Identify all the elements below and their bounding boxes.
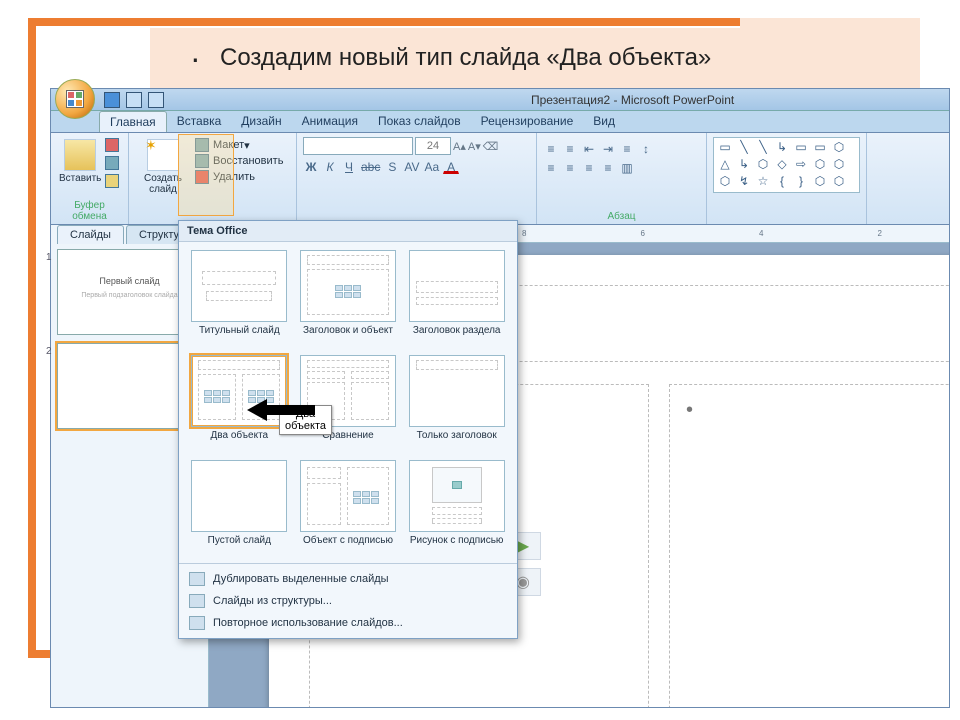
clear-format-button[interactable]: ⌫ [483, 140, 499, 153]
layout-button[interactable]: Макет ▾ [195, 138, 283, 152]
bold-button[interactable]: Ж [303, 158, 319, 174]
shrink-font-button[interactable]: A▾ [468, 140, 481, 153]
copy-icon [105, 156, 119, 170]
office-button[interactable] [55, 79, 95, 119]
new-slide-button[interactable]: ✶ Создать слайд [135, 137, 191, 197]
font-size-select[interactable]: 24 [415, 137, 451, 155]
paste-button[interactable]: Вставить [57, 137, 103, 189]
group-slides: ✶ Создать слайд Макет ▾ Восстановить Уда… [129, 133, 297, 224]
bullets-button[interactable]: ≡ [543, 140, 559, 156]
strike-button[interactable]: abc [360, 158, 381, 174]
layout-icon [195, 138, 209, 152]
shapes-gallery[interactable]: ▭╲╲↳▭▭⬡ △↳⬡◇⇨⬡⬡ ⬡↯☆{}⬡⬡ [713, 137, 860, 193]
scissors-icon [105, 138, 119, 152]
case-button[interactable]: Aa [423, 158, 440, 174]
quick-access-toolbar [51, 89, 949, 111]
columns-button[interactable]: ▥ [619, 159, 635, 175]
instruction-text: Создадим новый тип слайда «Два объекта» [220, 44, 711, 72]
font-family-select[interactable] [303, 137, 413, 155]
tab-slideshow[interactable]: Показ слайдов [368, 111, 471, 132]
align-right-button[interactable]: ≡ [581, 159, 597, 175]
group-clipboard: Вставить Буфер обмена [51, 133, 129, 224]
layout-title-slide[interactable]: Титульный слайд [187, 250, 292, 349]
indent-inc-button[interactable]: ⇥ [600, 140, 616, 156]
spacing-button[interactable]: AV [403, 158, 420, 174]
text-direction-button[interactable]: ↕ [638, 140, 654, 156]
reset-icon [195, 154, 209, 168]
new-slide-icon: ✶ [147, 139, 179, 171]
copy-button[interactable] [105, 156, 123, 170]
tab-home[interactable]: Главная [99, 111, 167, 132]
duplicate-icon [189, 572, 205, 586]
tab-view[interactable]: Вид [583, 111, 625, 132]
outline-icon [189, 594, 205, 608]
justify-button[interactable]: ≡ [600, 159, 616, 175]
decoration-left [28, 18, 36, 658]
brush-icon [105, 174, 119, 188]
underline-button[interactable]: Ч [341, 158, 357, 174]
reuse-slides-item[interactable]: Повторное использование слайдов... [179, 612, 517, 634]
window-title: Презентация2 - Microsoft PowerPoint [531, 93, 734, 107]
align-center-button[interactable]: ≡ [562, 159, 578, 175]
layout-title-content[interactable]: Заголовок и объект [296, 250, 401, 349]
redo-icon[interactable] [148, 92, 164, 108]
layout-gallery-popup: Тема Office Титульный слайд Заголовок и … [178, 220, 518, 639]
duplicate-slides-item[interactable]: Дублировать выделенные слайды [179, 568, 517, 590]
layout-two-content[interactable]: Два объекта Два объекта [187, 355, 292, 454]
group-font: 24 A▴ A▾ ⌫ Ж К Ч abc S AV Aa A [297, 133, 537, 224]
ribbon-tabs: Главная Вставка Дизайн Анимация Показ сл… [51, 111, 949, 133]
indent-dec-button[interactable]: ⇤ [581, 140, 597, 156]
tab-animation[interactable]: Анимация [292, 111, 368, 132]
layout-blank[interactable]: Пустой слайд [187, 460, 292, 559]
shadow-button[interactable]: S [384, 158, 400, 174]
align-left-button[interactable]: ≡ [543, 159, 559, 175]
delete-icon [195, 170, 209, 184]
numbering-button[interactable]: ≡ [562, 140, 578, 156]
instruction-callout: Создадим новый тип слайда «Два объекта» [150, 28, 920, 88]
tab-design[interactable]: Дизайн [231, 111, 291, 132]
paste-icon [64, 139, 96, 171]
layout-content-caption[interactable]: Объект с подписью [296, 460, 401, 559]
placeholder-content-right[interactable] [669, 384, 949, 707]
tab-insert[interactable]: Вставка [167, 111, 232, 132]
group-clipboard-label: Буфер обмена [57, 200, 122, 222]
layout-picture-caption[interactable]: Рисунок с подписью [404, 460, 509, 559]
pane-tab-slides[interactable]: Слайды [57, 225, 124, 244]
tab-review[interactable]: Рецензирование [471, 111, 584, 132]
group-paragraph: ≡ ≡ ⇤ ⇥ ≡ ↕ ≡ ≡ ≡ ≡ ▥ Абзац [537, 133, 707, 224]
save-icon[interactable] [104, 92, 120, 108]
slides-from-outline-item[interactable]: Слайды из структуры... [179, 590, 517, 612]
layout-section-header[interactable]: Заголовок раздела [404, 250, 509, 349]
grow-font-button[interactable]: A▴ [453, 140, 466, 153]
line-spacing-button[interactable]: ≡ [619, 140, 635, 156]
undo-icon[interactable] [126, 92, 142, 108]
font-color-button[interactable]: A [443, 158, 459, 174]
ribbon: Вставить Буфер обмена ✶ Создать слайд [51, 133, 949, 225]
reset-button[interactable]: Восстановить [195, 154, 283, 168]
reuse-icon [189, 616, 205, 630]
group-shapes: ▭╲╲↳▭▭⬡ △↳⬡◇⇨⬡⬡ ⬡↯☆{}⬡⬡ [707, 133, 867, 224]
delete-button[interactable]: Удалить [195, 170, 283, 184]
group-paragraph-label: Абзац [543, 211, 700, 222]
gallery-header: Тема Office [179, 221, 517, 242]
format-painter-button[interactable] [105, 174, 123, 188]
cut-button[interactable] [105, 138, 123, 152]
gallery-footer: Дублировать выделенные слайды Слайды из … [179, 563, 517, 638]
layout-title-only[interactable]: Только заголовок [404, 355, 509, 454]
annotation-arrow [247, 397, 317, 423]
italic-button[interactable]: К [322, 158, 338, 174]
